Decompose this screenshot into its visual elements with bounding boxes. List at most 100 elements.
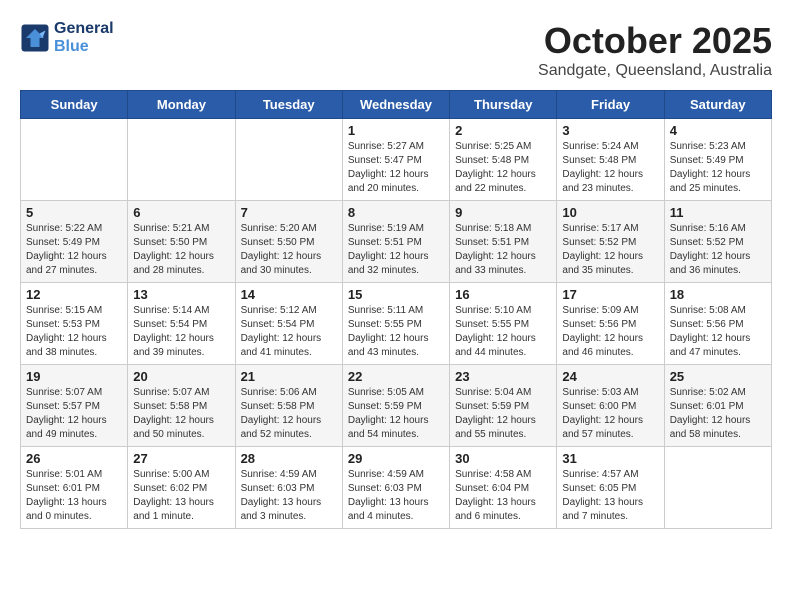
- calendar-cell: 30Sunrise: 4:58 AM Sunset: 6:04 PM Dayli…: [450, 447, 557, 529]
- calendar-cell: 20 Sunrise: 5:07 AM Sunset: 5:58 PM Dayli…: [128, 365, 235, 447]
- weekday-header-tuesday: Tuesday: [235, 91, 342, 119]
- calendar-cell: 21Sunrise: 5:06 AM Sunset: 5:58 PM Dayli…: [235, 365, 342, 447]
- day-info: Sunrise: 5:21 AM Sunset: 5:50 PM Dayligh…: [133, 222, 229, 278]
- day-info: Sunrise: 5:18 AM Sunset: 5:51 PM Dayligh…: [455, 222, 551, 278]
- calendar-cell: 10 Sunrise: 5:17 AM Sunset: 5:52 PM Dayli…: [557, 201, 664, 283]
- calendar-cell: 14 Sunrise: 5:12 AM Sunset: 5:54 PM Dayli…: [235, 283, 342, 365]
- calendar-cell: 6 Sunrise: 5:21 AM Sunset: 5:50 PM Daylig…: [128, 201, 235, 283]
- day-number: 1: [348, 123, 444, 138]
- day-info: Sunrise: 5:23 AM Sunset: 5:49 PM Dayligh…: [670, 140, 766, 196]
- calendar-week-3: 12Sunrise: 5:15 AM Sunset: 5:53 PM Dayli…: [21, 283, 772, 365]
- weekday-header-friday: Friday: [557, 91, 664, 119]
- calendar-cell: 17Sunrise: 5:09 AM Sunset: 5:56 PM Dayli…: [557, 283, 664, 365]
- day-number: 27: [133, 451, 229, 466]
- day-info: Sunrise: 5:07 AM Sunset: 5:58 PM Dayligh…: [133, 386, 229, 442]
- day-info: Sunrise: 5:19 AM Sunset: 5:51 PM Dayligh…: [348, 222, 444, 278]
- weekday-header-row: SundayMondayTuesdayWednesdayThursdayFrid…: [21, 91, 772, 119]
- day-info: Sunrise: 5:03 AM Sunset: 6:00 PM Dayligh…: [562, 386, 658, 442]
- logo-icon: [20, 23, 50, 53]
- calendar-cell: [128, 119, 235, 201]
- day-info: Sunrise: 5:05 AM Sunset: 5:59 PM Dayligh…: [348, 386, 444, 442]
- day-number: 23: [455, 369, 551, 384]
- day-info: Sunrise: 5:24 AM Sunset: 5:48 PM Dayligh…: [562, 140, 658, 196]
- day-info: Sunrise: 4:57 AM Sunset: 6:05 PM Dayligh…: [562, 468, 658, 524]
- day-number: 24: [562, 369, 658, 384]
- day-number: 29: [348, 451, 444, 466]
- calendar-cell: 7 Sunrise: 5:20 AM Sunset: 5:50 PM Daylig…: [235, 201, 342, 283]
- calendar-cell: 3 Sunrise: 5:24 AM Sunset: 5:48 PM Daylig…: [557, 119, 664, 201]
- logo-general: General: [54, 20, 114, 38]
- day-number: 28: [241, 451, 337, 466]
- header: General Blue October 2025 Sandgate, Quee…: [20, 20, 772, 80]
- day-number: 3: [562, 123, 658, 138]
- calendar-cell: 11 Sunrise: 5:16 AM Sunset: 5:52 PM Dayli…: [664, 201, 771, 283]
- calendar-cell: 9Sunrise: 5:18 AM Sunset: 5:51 PM Daylig…: [450, 201, 557, 283]
- calendar-cell: 28 Sunrise: 4:59 AM Sunset: 6:03 PM Dayli…: [235, 447, 342, 529]
- day-number: 21: [241, 369, 337, 384]
- calendar-table: SundayMondayTuesdayWednesdayThursdayFrid…: [20, 90, 772, 529]
- calendar-cell: 23Sunrise: 5:04 AM Sunset: 5:59 PM Dayli…: [450, 365, 557, 447]
- day-number: 12: [26, 287, 122, 302]
- title-area: October 2025 Sandgate, Queensland, Austr…: [538, 20, 772, 80]
- calendar-cell: 24 Sunrise: 5:03 AM Sunset: 6:00 PM Dayli…: [557, 365, 664, 447]
- day-info: Sunrise: 5:16 AM Sunset: 5:52 PM Dayligh…: [670, 222, 766, 278]
- calendar-cell: [664, 447, 771, 529]
- day-number: 2: [455, 123, 551, 138]
- day-info: Sunrise: 4:59 AM Sunset: 6:03 PM Dayligh…: [241, 468, 337, 524]
- weekday-header-thursday: Thursday: [450, 91, 557, 119]
- day-info: Sunrise: 5:25 AM Sunset: 5:48 PM Dayligh…: [455, 140, 551, 196]
- calendar-cell: 19Sunrise: 5:07 AM Sunset: 5:57 PM Dayli…: [21, 365, 128, 447]
- day-info: Sunrise: 4:58 AM Sunset: 6:04 PM Dayligh…: [455, 468, 551, 524]
- weekday-header-saturday: Saturday: [664, 91, 771, 119]
- logo-blue: Blue: [54, 38, 114, 56]
- day-info: Sunrise: 5:11 AM Sunset: 5:55 PM Dayligh…: [348, 304, 444, 360]
- day-info: Sunrise: 5:27 AM Sunset: 5:47 PM Dayligh…: [348, 140, 444, 196]
- day-number: 14: [241, 287, 337, 302]
- calendar-cell: 18 Sunrise: 5:08 AM Sunset: 5:56 PM Dayli…: [664, 283, 771, 365]
- day-info: Sunrise: 5:08 AM Sunset: 5:56 PM Dayligh…: [670, 304, 766, 360]
- calendar-cell: 25Sunrise: 5:02 AM Sunset: 6:01 PM Dayli…: [664, 365, 771, 447]
- day-number: 18: [670, 287, 766, 302]
- day-number: 31: [562, 451, 658, 466]
- calendar-cell: 27 Sunrise: 5:00 AM Sunset: 6:02 PM Dayli…: [128, 447, 235, 529]
- logo: General Blue: [20, 20, 114, 56]
- calendar-week-5: 26Sunrise: 5:01 AM Sunset: 6:01 PM Dayli…: [21, 447, 772, 529]
- calendar-cell: 8 Sunrise: 5:19 AM Sunset: 5:51 PM Daylig…: [342, 201, 449, 283]
- day-number: 11: [670, 205, 766, 220]
- calendar-cell: 22Sunrise: 5:05 AM Sunset: 5:59 PM Dayli…: [342, 365, 449, 447]
- calendar-week-1: 1 Sunrise: 5:27 AM Sunset: 5:47 PM Daylig…: [21, 119, 772, 201]
- month-title: October 2025: [538, 20, 772, 62]
- day-number: 20: [133, 369, 229, 384]
- calendar-cell: 15 Sunrise: 5:11 AM Sunset: 5:55 PM Dayli…: [342, 283, 449, 365]
- day-info: Sunrise: 5:20 AM Sunset: 5:50 PM Dayligh…: [241, 222, 337, 278]
- day-number: 10: [562, 205, 658, 220]
- day-info: Sunrise: 5:00 AM Sunset: 6:02 PM Dayligh…: [133, 468, 229, 524]
- day-number: 8: [348, 205, 444, 220]
- day-number: 15: [348, 287, 444, 302]
- day-info: Sunrise: 4:59 AM Sunset: 6:03 PM Dayligh…: [348, 468, 444, 524]
- day-info: Sunrise: 5:02 AM Sunset: 6:01 PM Dayligh…: [670, 386, 766, 442]
- day-number: 26: [26, 451, 122, 466]
- calendar-cell: 29 Sunrise: 4:59 AM Sunset: 6:03 PM Dayli…: [342, 447, 449, 529]
- calendar-cell: [21, 119, 128, 201]
- calendar-cell: 5Sunrise: 5:22 AM Sunset: 5:49 PM Daylig…: [21, 201, 128, 283]
- day-info: Sunrise: 5:14 AM Sunset: 5:54 PM Dayligh…: [133, 304, 229, 360]
- day-number: 16: [455, 287, 551, 302]
- day-info: Sunrise: 5:12 AM Sunset: 5:54 PM Dayligh…: [241, 304, 337, 360]
- day-number: 17: [562, 287, 658, 302]
- day-info: Sunrise: 5:10 AM Sunset: 5:55 PM Dayligh…: [455, 304, 551, 360]
- day-info: Sunrise: 5:17 AM Sunset: 5:52 PM Dayligh…: [562, 222, 658, 278]
- calendar-body: 1 Sunrise: 5:27 AM Sunset: 5:47 PM Daylig…: [21, 119, 772, 529]
- day-number: 6: [133, 205, 229, 220]
- location-title: Sandgate, Queensland, Australia: [538, 62, 772, 80]
- calendar-cell: 1 Sunrise: 5:27 AM Sunset: 5:47 PM Daylig…: [342, 119, 449, 201]
- calendar-week-2: 5Sunrise: 5:22 AM Sunset: 5:49 PM Daylig…: [21, 201, 772, 283]
- day-number: 5: [26, 205, 122, 220]
- calendar-cell: 26Sunrise: 5:01 AM Sunset: 6:01 PM Dayli…: [21, 447, 128, 529]
- calendar-cell: 4Sunrise: 5:23 AM Sunset: 5:49 PM Daylig…: [664, 119, 771, 201]
- calendar-cell: 13Sunrise: 5:14 AM Sunset: 5:54 PM Dayli…: [128, 283, 235, 365]
- weekday-header-wednesday: Wednesday: [342, 91, 449, 119]
- calendar-cell: 31 Sunrise: 4:57 AM Sunset: 6:05 PM Dayli…: [557, 447, 664, 529]
- day-number: 7: [241, 205, 337, 220]
- calendar-cell: 2 Sunrise: 5:25 AM Sunset: 5:48 PM Daylig…: [450, 119, 557, 201]
